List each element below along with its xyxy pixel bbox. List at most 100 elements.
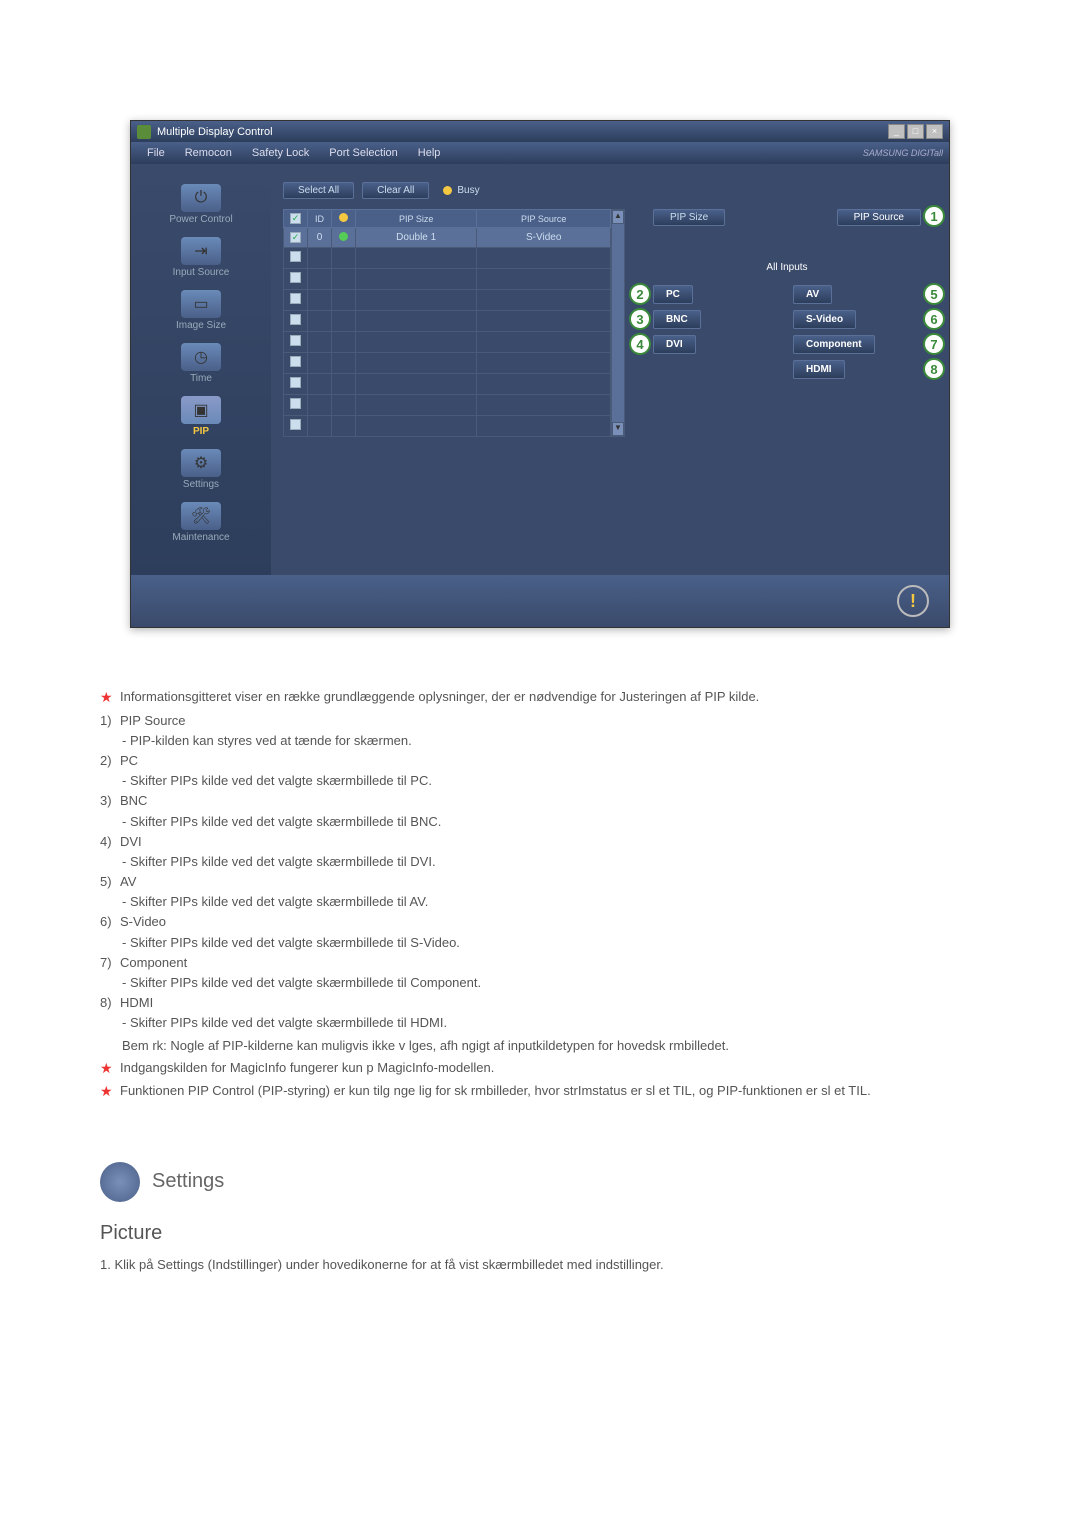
power-icon: ⏻ — [181, 184, 221, 212]
col-pip-source: PIP Source — [477, 210, 611, 228]
busy-label: Busy — [457, 185, 479, 196]
doc-section: ★ Informationsgitteret viser en række gr… — [100, 688, 980, 1102]
sidebar-item-input-source[interactable]: ⇥ Input Source — [139, 237, 263, 278]
scroll-up-button[interactable]: ▲ — [612, 210, 624, 224]
row-pip-size: Double 1 — [356, 228, 477, 248]
col-check[interactable] — [284, 210, 308, 228]
toolbar: Select All Clear All Busy — [283, 182, 937, 199]
star-icon: ★ — [100, 1082, 114, 1102]
col-id: ID — [308, 210, 332, 228]
table-row[interactable]: 0 Double 1 S-Video — [284, 228, 611, 248]
sidebar-item-power-control[interactable]: ⏻ Power Control — [139, 184, 263, 225]
sidebar-item-time[interactable]: ◷ Time — [139, 343, 263, 384]
table-row[interactable] — [284, 290, 611, 311]
list-item: 6)S-Video — [100, 913, 980, 931]
image-size-icon: ▭ — [181, 290, 221, 318]
titlebar: Multiple Display Control _ □ × — [131, 121, 949, 142]
list-desc: - Skifter PIPs kilde ved det valgte skær… — [122, 893, 980, 911]
table-row[interactable] — [284, 416, 611, 437]
table-row[interactable] — [284, 353, 611, 374]
header-check-icon — [290, 213, 301, 224]
table-row[interactable] — [284, 395, 611, 416]
row-check-icon[interactable] — [290, 293, 301, 304]
input-component-button[interactable]: Component — [793, 335, 875, 354]
sidebar-item-image-size[interactable]: ▭ Image Size — [139, 290, 263, 331]
note-1: Bem rk: Nogle af PIP-kilderne kan muligv… — [122, 1037, 980, 1055]
callout-3: 3 — [629, 308, 651, 330]
picture-heading: Picture — [100, 1222, 980, 1245]
row-check-icon[interactable] — [290, 314, 301, 325]
scroll-track[interactable] — [612, 224, 624, 422]
table-row[interactable] — [284, 311, 611, 332]
input-pc-button[interactable]: PC — [653, 285, 693, 304]
row-check-icon[interactable] — [290, 356, 301, 367]
menu-remocon[interactable]: Remocon — [175, 145, 242, 161]
callout-7: 7 — [923, 333, 945, 355]
input-bnc-button[interactable]: BNC — [653, 310, 701, 329]
input-dvi-button[interactable]: DVI — [653, 335, 696, 354]
select-all-button[interactable]: Select All — [283, 182, 354, 199]
row-check-icon[interactable] — [290, 232, 301, 243]
menu-safety-lock[interactable]: Safety Lock — [242, 145, 319, 161]
callout-6: 6 — [923, 308, 945, 330]
clear-all-button[interactable]: Clear All — [362, 182, 429, 199]
list-desc: - Skifter PIPs kilde ved det valgte skær… — [122, 974, 980, 992]
settings-heading: Settings — [100, 1162, 980, 1202]
row-check-icon[interactable] — [290, 251, 301, 262]
table-row[interactable] — [284, 269, 611, 290]
table-row[interactable] — [284, 248, 611, 269]
sidebar-item-label: Maintenance — [139, 532, 263, 543]
maximize-button[interactable]: □ — [907, 124, 924, 139]
input-svideo-button[interactable]: S-Video — [793, 310, 856, 329]
menu-help[interactable]: Help — [408, 145, 451, 161]
all-inputs-label: All Inputs — [645, 262, 929, 273]
sidebar-item-label: Image Size — [139, 320, 263, 331]
list-item: 5)AV — [100, 873, 980, 891]
menu-file[interactable]: File — [137, 145, 175, 161]
menu-port-selection[interactable]: Port Selection — [319, 145, 407, 161]
row-check-icon[interactable] — [290, 335, 301, 346]
input-av-button[interactable]: AV — [793, 285, 832, 304]
settings-icon: ⚙ — [181, 449, 221, 477]
sidebar-item-label: Time — [139, 373, 263, 384]
right-panel: PIP Size PIP Source 1 All Inputs PC 2 — [637, 209, 937, 437]
brand-logo: SAMSUNG DIGITall — [863, 148, 943, 158]
callout-5: 5 — [923, 283, 945, 305]
list-desc: - Skifter PIPs kilde ved det valgte skær… — [122, 853, 980, 871]
list-item: 7)Component — [100, 954, 980, 972]
row-check-icon[interactable] — [290, 377, 301, 388]
row-pip-source: S-Video — [477, 228, 611, 248]
row-check-icon[interactable] — [290, 272, 301, 283]
main-content: Select All Clear All Busy ID — [271, 164, 949, 575]
sidebar-item-maintenance[interactable]: 🛠 Maintenance — [139, 502, 263, 543]
callout-8: 8 — [923, 358, 945, 380]
window-controls: _ □ × — [888, 124, 943, 139]
maintenance-icon: 🛠 — [181, 502, 221, 530]
sidebar-item-label: Settings — [139, 479, 263, 490]
input-hdmi-button[interactable]: HDMI — [793, 360, 845, 379]
sidebar: ⏻ Power Control ⇥ Input Source ▭ Image S… — [131, 164, 271, 575]
list-desc: - Skifter PIPs kilde ved det valgte skær… — [122, 1014, 980, 1032]
sidebar-item-settings[interactable]: ⚙ Settings — [139, 449, 263, 490]
menubar: File Remocon Safety Lock Port Selection … — [131, 142, 949, 164]
time-icon: ◷ — [181, 343, 221, 371]
vertical-scrollbar[interactable]: ▲ ▼ — [611, 209, 625, 437]
status-header-icon — [339, 213, 348, 222]
table-container: ID PIP Size PIP Source 0 Doub — [283, 209, 625, 437]
list-desc: - PIP-kilden kan styres ved at tænde for… — [122, 732, 980, 750]
busy-indicator: Busy — [443, 185, 479, 196]
list-desc: - Skifter PIPs kilde ved det valgte skær… — [122, 772, 980, 790]
list-item: 8)HDMI — [100, 994, 980, 1012]
table-row[interactable] — [284, 374, 611, 395]
pip-size-tab[interactable]: PIP Size — [653, 209, 725, 226]
pip-source-tab[interactable]: PIP Source — [837, 209, 921, 226]
scroll-down-button[interactable]: ▼ — [612, 422, 624, 436]
row-check-icon[interactable] — [290, 398, 301, 409]
row-check-icon[interactable] — [290, 419, 301, 430]
close-button[interactable]: × — [926, 124, 943, 139]
list-item: 2)PC — [100, 752, 980, 770]
minimize-button[interactable]: _ — [888, 124, 905, 139]
star-icon: ★ — [100, 1059, 114, 1079]
table-row[interactable] — [284, 332, 611, 353]
sidebar-item-pip[interactable]: ▣ PIP — [139, 396, 263, 437]
